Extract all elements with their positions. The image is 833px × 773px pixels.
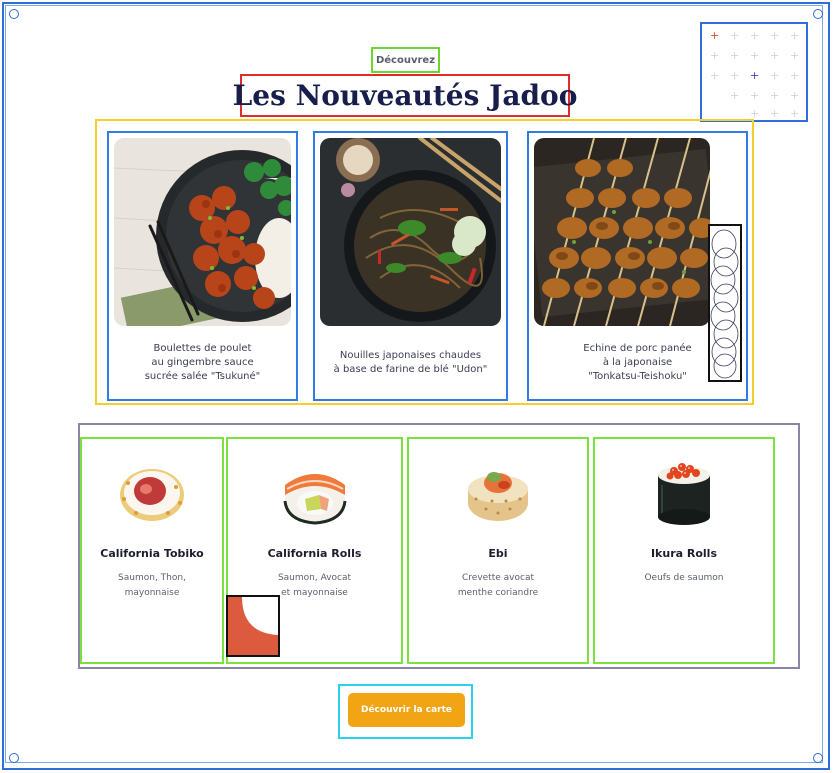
menu-item-description: Saumon, Thon, mayonnaise bbox=[118, 573, 186, 598]
ikura-roll-photo bbox=[648, 455, 720, 527]
menu-item-name: California Tobiko bbox=[100, 547, 204, 560]
decorative-orange-shape bbox=[226, 595, 280, 657]
pork-skewers-photo bbox=[534, 138, 710, 326]
featured-caption: Boulettes de poulet au gingembre sauce s… bbox=[144, 343, 261, 382]
featured-caption: Nouilles japonaises chaudes à base de fa… bbox=[333, 350, 488, 375]
california-roll-photo bbox=[279, 455, 351, 527]
section-eyebrow: Découvrez bbox=[371, 47, 440, 73]
resize-handle-bottom-right[interactable] bbox=[813, 753, 823, 763]
featured-dishes: Boulettes de poulet au gingembre sauce s… bbox=[95, 119, 754, 405]
featured-card[interactable]: Boulettes de poulet au gingembre sauce s… bbox=[107, 131, 298, 401]
chicken-meatballs-bowl-photo bbox=[114, 138, 291, 326]
resize-handle-top-right[interactable] bbox=[813, 9, 823, 19]
featured-card[interactable]: Nouilles japonaises chaudes à base de fa… bbox=[313, 131, 508, 401]
tobiko-roll-photo bbox=[116, 455, 188, 527]
menu-item-description: Oeufs de saumon bbox=[644, 573, 724, 583]
menu-card[interactable]: Ebi Crevette avocat menthe coriandre bbox=[407, 437, 589, 664]
menu-item-name: Ebi bbox=[488, 547, 508, 560]
decorative-plus-grid: + + + + + + + + + + + + + + + + + + + + + + bbox=[700, 22, 808, 122]
menu-card[interactable]: California Tobiko Saumon, Thon, mayonnai… bbox=[80, 437, 224, 664]
resize-handle-bottom-left[interactable] bbox=[9, 753, 19, 763]
resize-handle-top-left[interactable] bbox=[9, 9, 19, 19]
udon-noodles-pan-photo bbox=[320, 138, 501, 326]
menu-items: California Tobiko Saumon, Thon, mayonnai… bbox=[78, 423, 800, 669]
page-title: Les Nouveautés Jadoo bbox=[233, 74, 577, 117]
discover-menu-button[interactable]: Découvrir la carte bbox=[348, 693, 465, 727]
menu-item-description: Crevette avocat menthe coriandre bbox=[457, 573, 539, 598]
cta-container: Découvrir la carte bbox=[338, 684, 473, 739]
decorative-squiggle bbox=[708, 224, 742, 382]
menu-item-name: Ikura Rolls bbox=[650, 547, 718, 560]
ebi-roll-photo bbox=[462, 455, 534, 527]
menu-card[interactable]: Ikura Rolls Oeufs de saumon bbox=[593, 437, 775, 664]
menu-item-name: California Rolls bbox=[267, 547, 362, 560]
